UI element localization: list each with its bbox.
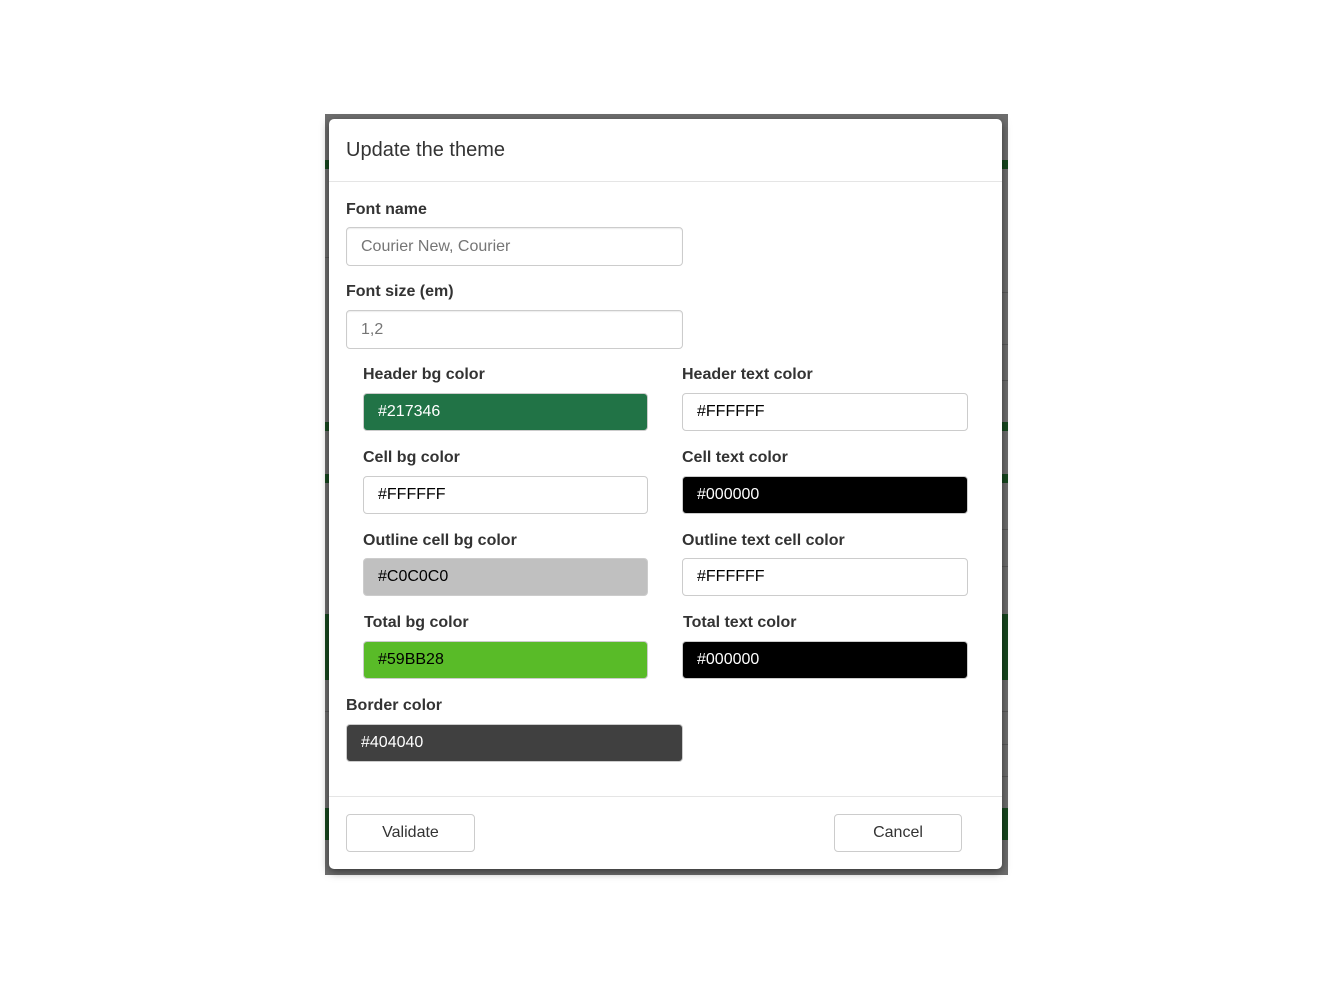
- font-name-input[interactable]: [346, 227, 683, 266]
- modal-header: Update the theme: [329, 119, 1002, 182]
- backdrop-header-strip: [1002, 160, 1008, 169]
- header-bg-color-input[interactable]: [363, 393, 648, 431]
- cell-text-color-input[interactable]: [682, 476, 968, 514]
- header-text-color-label: Header text color: [682, 366, 813, 383]
- cell-text-color-label: Cell text color: [682, 449, 788, 466]
- cancel-button[interactable]: Cancel: [834, 814, 962, 852]
- total-text-color-label: Total text color: [683, 614, 797, 631]
- update-theme-dialog: Update the theme Font name Font size (em…: [329, 119, 1002, 869]
- backdrop-divider: [1002, 744, 1008, 745]
- backdrop-divider: [1002, 776, 1008, 777]
- backdrop-divider: [1002, 380, 1008, 381]
- outline-text-cell-color-input[interactable]: [682, 558, 968, 596]
- backdrop-divider: [1002, 344, 1008, 345]
- validate-button[interactable]: Validate: [346, 814, 475, 852]
- modal-title: Update the theme: [346, 139, 505, 161]
- total-bg-color-input[interactable]: [363, 641, 648, 679]
- border-color-label: Border color: [346, 697, 443, 714]
- backdrop-header-strip: [1002, 422, 1008, 431]
- total-bg-color-label: Total bg color: [364, 614, 469, 631]
- backdrop-divider: [1002, 711, 1008, 712]
- outline-cell-bg-color-label: Outline cell bg color: [363, 532, 517, 549]
- backdrop-total-strip: [1002, 614, 1008, 680]
- font-name-label: Font name: [346, 201, 427, 218]
- font-size-label: Font size (em): [346, 283, 454, 300]
- header-bg-color-label: Header bg color: [363, 366, 485, 383]
- backdrop-divider: [1002, 566, 1008, 567]
- cell-bg-color-input[interactable]: [363, 476, 648, 514]
- border-color-input[interactable]: [346, 724, 683, 762]
- backdrop-divider: [1002, 292, 1008, 293]
- backdrop-header-strip: [1002, 808, 1008, 840]
- total-text-color-input[interactable]: [682, 641, 968, 679]
- font-size-input[interactable]: [346, 310, 683, 349]
- outline-cell-bg-color-input[interactable]: [363, 558, 648, 596]
- header-text-color-input[interactable]: [682, 393, 968, 431]
- cell-bg-color-label: Cell bg color: [363, 449, 460, 466]
- outline-text-cell-color-label: Outline text cell color: [682, 532, 845, 549]
- backdrop-divider: [1002, 529, 1008, 530]
- backdrop-header-strip: [1002, 474, 1008, 483]
- modal-footer: Validate Cancel: [329, 796, 1002, 870]
